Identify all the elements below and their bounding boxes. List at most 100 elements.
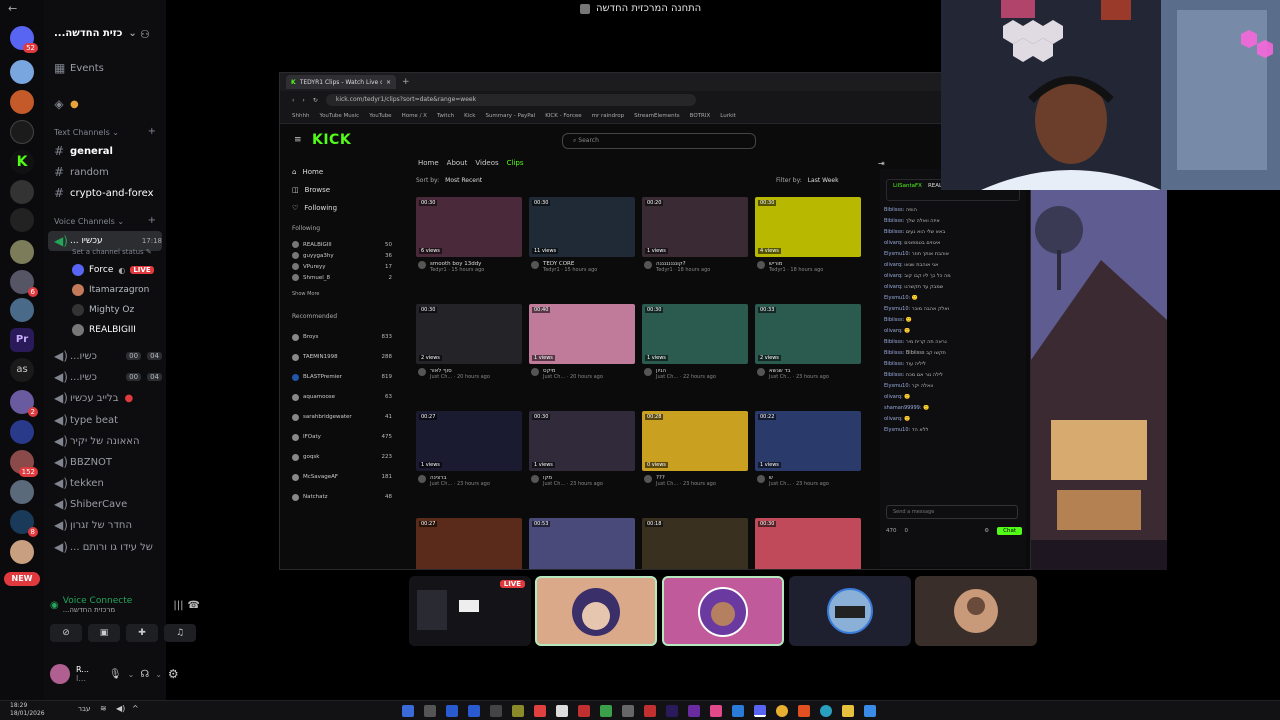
chat-username[interactable]: Bibiisss: [884, 350, 903, 356]
forward-icon[interactable]: ›: [302, 97, 304, 104]
chat-settings-icon[interactable]: ⚙: [984, 528, 989, 534]
wifi-icon[interactable]: ≋: [100, 704, 107, 713]
recommended-user[interactable]: Broys 833: [292, 327, 392, 347]
clip-card[interactable]: 00:18: [642, 518, 748, 569]
taskbar-app-icon[interactable]: [424, 705, 436, 717]
text-channels-category[interactable]: Text Channels ⌄: [54, 128, 119, 137]
clip-card[interactable]: 00:30 6 views smooth boy 13ddy Tedyr1 · 15 …: [416, 197, 522, 273]
bookmark-item[interactable]: Home / X: [402, 113, 427, 119]
clip-thumbnail[interactable]: 00:28 0 views: [642, 411, 748, 471]
chat-username[interactable]: Bibiisss: [884, 218, 903, 224]
chat-username[interactable]: olivarq: [884, 284, 901, 290]
speaker-tray-icon[interactable]: ◀): [116, 704, 125, 713]
recommended-user[interactable]: IFOaty 475: [292, 427, 392, 447]
chat-username[interactable]: Elysmu10: [884, 251, 909, 257]
bookmark-item[interactable]: Kick: [464, 113, 475, 119]
chat-username[interactable]: olivarq: [884, 240, 901, 246]
recommended-user[interactable]: sarahbridgewater 41: [292, 407, 392, 427]
taskbar-app-icon[interactable]: [534, 705, 546, 717]
voice-channel[interactable]: ◀) ...כשיו 00 04: [48, 367, 162, 387]
collapse-icon[interactable]: ⇥: [878, 159, 885, 168]
back-icon[interactable]: ‹: [292, 97, 294, 104]
headphones-icon[interactable]: ☊: [140, 669, 149, 680]
clip-card[interactable]: 00:33 2 views בד שנשא Just Ch... · 23 hours…: [755, 304, 861, 380]
clip-card[interactable]: 00:30: [755, 518, 861, 569]
clip-card[interactable]: 00:27: [416, 518, 522, 569]
chat-username[interactable]: Bibiisss: [884, 317, 903, 323]
activities-button[interactable]: ✚: [126, 624, 158, 642]
chat-username[interactable]: shaman99999: [884, 405, 920, 411]
server-icon[interactable]: [10, 180, 34, 204]
clip-title[interactable]: מיקס: [529, 368, 635, 376]
clip-card[interactable]: 00:30 1 views הגיון Just Ch... · 22 hours a…: [642, 304, 748, 380]
chevron-down-icon[interactable]: ⌄: [128, 670, 135, 679]
server-icon-dm[interactable]: 52: [10, 26, 38, 53]
premiere-taskbar-icon[interactable]: [666, 705, 678, 717]
server-icon[interactable]: [10, 120, 34, 144]
server-icon[interactable]: 152: [10, 450, 38, 477]
taskbar-app-icon[interactable]: [688, 705, 700, 717]
chat-username[interactable]: Bibiisss: [884, 372, 903, 378]
bookmark-item[interactable]: BOTRIX: [690, 113, 711, 119]
clip-thumbnail[interactable]: 00:27 1 views: [416, 411, 522, 471]
voice-channel[interactable]: ◀) בלייב עכשיו ●: [48, 388, 162, 408]
hamburger-menu-icon[interactable]: ≡: [294, 135, 302, 145]
new-tab-icon[interactable]: +: [402, 77, 410, 87]
clip-thumbnail[interactable]: 00:30: [755, 518, 861, 569]
voice-user[interactable]: Itamarzagron: [72, 281, 149, 299]
edge-taskbar-icon[interactable]: [820, 705, 832, 717]
clip-title[interactable]: ש: [755, 475, 861, 483]
clip-thumbnail[interactable]: 00:30 6 views: [416, 197, 522, 257]
clip-card[interactable]: 00:30 4 views מוריש Tedyr1 · 18 hours ago: [755, 197, 861, 273]
chat-username[interactable]: olivarq: [884, 273, 901, 279]
kick-nav-browse[interactable]: ◫ Browse: [292, 181, 392, 199]
screen-share-stream[interactable]: K TEDYR1 Clips - Watch Live on Ki × + ‹ …: [279, 72, 1031, 570]
following-user[interactable]: VPureyy 17: [292, 261, 392, 272]
taskbar-app-icon[interactable]: [644, 705, 656, 717]
tab-videos[interactable]: Videos: [475, 159, 498, 167]
chat-username[interactable]: olivarq: [884, 262, 901, 268]
recommended-user[interactable]: aquamoose 63: [292, 387, 392, 407]
voice-user[interactable]: Force ◐ LIVE: [72, 261, 154, 279]
clock[interactable]: 18:29 18/01/2026: [10, 702, 45, 718]
settings-gear-icon[interactable]: ⚙: [168, 667, 179, 681]
following-user[interactable]: guyyga3hy 36: [292, 250, 392, 261]
participant-tile-stream[interactable]: LIVE: [409, 576, 531, 646]
add-channel-icon[interactable]: +: [148, 215, 156, 226]
file-explorer-icon[interactable]: [842, 705, 854, 717]
boost-item[interactable]: ◈ ●: [48, 94, 162, 114]
clip-thumbnail[interactable]: 00:30 4 views: [755, 197, 861, 257]
clip-card[interactable]: 00:30 2 views סוף לאור Just Ch... · 20 hour…: [416, 304, 522, 380]
disconnect-icon[interactable]: ☎: [188, 600, 200, 611]
copilot-icon[interactable]: [402, 705, 414, 717]
tab-home[interactable]: Home: [418, 159, 439, 167]
chat-username[interactable]: olivarq: [884, 328, 901, 334]
clip-thumbnail[interactable]: 00:40 1 views: [529, 304, 635, 364]
bookmark-item[interactable]: Summary - PayPal: [485, 113, 535, 119]
server-icon[interactable]: [10, 540, 34, 564]
url-input[interactable]: kick.com/tedyr1/clips?sort=date&range=we…: [325, 94, 696, 106]
clip-title[interactable]: smooth boy 13ddy: [416, 261, 522, 269]
clip-thumbnail[interactable]: 00:53: [529, 518, 635, 569]
reload-icon[interactable]: ↻: [313, 97, 318, 104]
taskbar-app-icon[interactable]: [578, 705, 590, 717]
bookmark-item[interactable]: StreamElements: [634, 113, 680, 119]
clip-thumbnail[interactable]: 00:30 1 views: [529, 411, 635, 471]
browser-tab[interactable]: K TEDYR1 Clips - Watch Live on Ki ×: [286, 75, 396, 89]
voice-channel[interactable]: ◀) החדר של זגרון: [48, 515, 162, 535]
chat-username[interactable]: Bibiisss: [884, 339, 903, 345]
voice-channel[interactable]: ◀) ...כשיו 00 04: [48, 346, 162, 366]
clip-title[interactable]: הגיון: [642, 368, 748, 376]
following-user[interactable]: Shmuel_8 2: [292, 272, 392, 283]
bookmark-item[interactable]: Lurkit: [720, 113, 736, 119]
server-icon[interactable]: [10, 480, 34, 504]
clip-thumbnail[interactable]: 00:18: [642, 518, 748, 569]
clip-card[interactable]: 00:22 1 views ש Just Ch... · 23 hours ago: [755, 411, 861, 487]
screen-share-button[interactable]: ▣: [88, 624, 120, 642]
chat-username[interactable]: olivarq: [884, 416, 901, 422]
kick-nav-home[interactable]: ⌂ Home: [292, 163, 392, 181]
participant-tile[interactable]: [789, 576, 911, 646]
bookmark-item[interactable]: Twitch: [437, 113, 454, 119]
sort-select[interactable]: Most Recent: [445, 177, 482, 184]
bookmark-item[interactable]: YouTube: [369, 113, 391, 119]
